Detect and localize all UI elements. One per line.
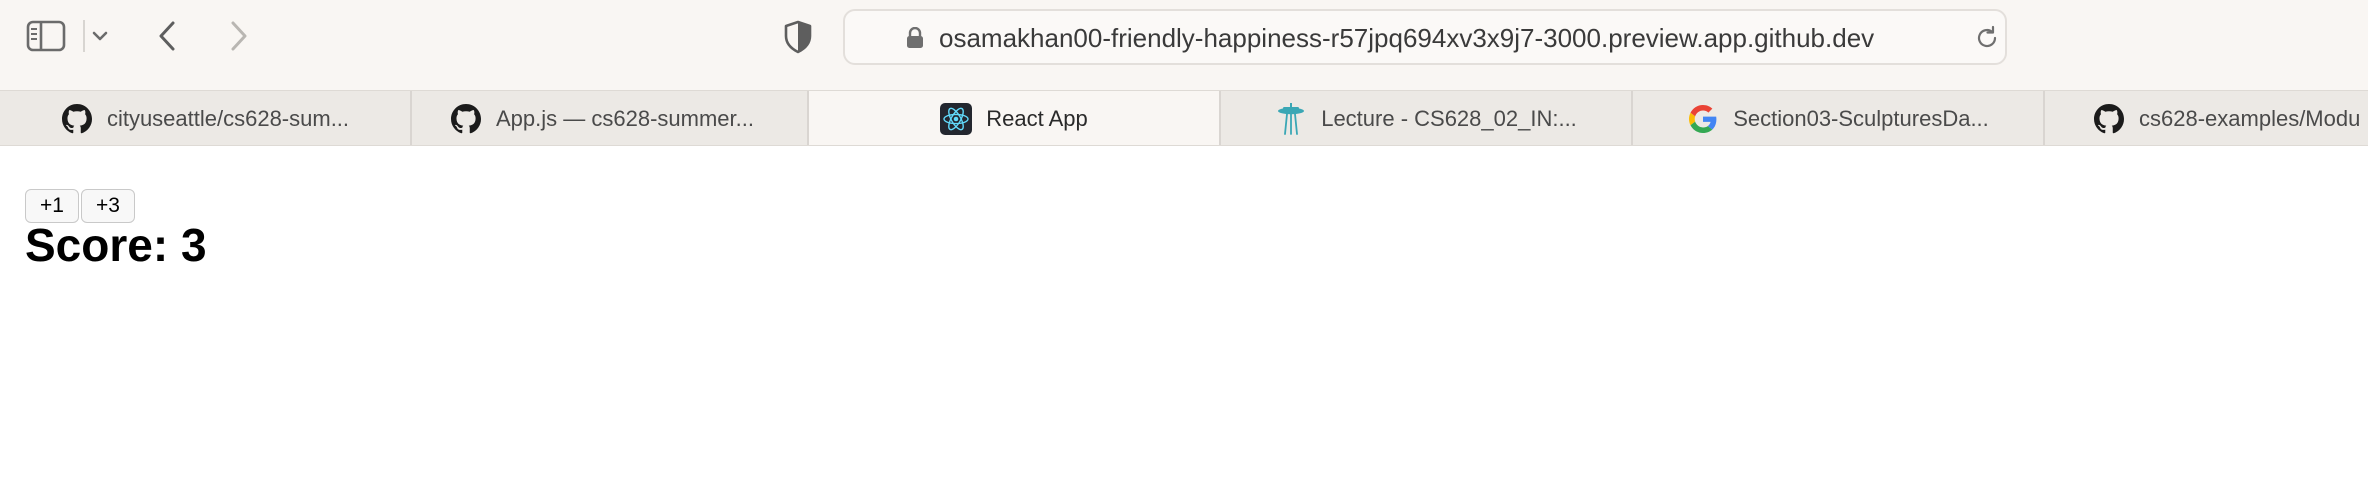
browser-window: osamakhan00-friendly-happiness-r57jpq694… (0, 0, 2368, 488)
back-button[interactable] (152, 17, 182, 55)
tab-label: App.js — cs628-summer... (496, 106, 754, 131)
space-needle-icon (1275, 103, 1307, 135)
url-text: osamakhan00-friendly-happiness-r57jpq694… (939, 23, 1875, 53)
react-icon (940, 103, 973, 135)
address-bar[interactable]: osamakhan00-friendly-happiness-r57jpq694… (843, 9, 2007, 65)
tab-label: cityuseattle/cs628-sum... (106, 106, 350, 131)
tab-react-app[interactable]: React App (809, 91, 1221, 145)
tab-cs628-examples[interactable]: cs628-examples/Modu (2045, 91, 2368, 145)
tab-group-menu-button[interactable] (88, 22, 112, 50)
sidebar-toggle-button[interactable] (24, 18, 68, 54)
tab-section03[interactable]: Section03-SculpturesDa... (1633, 91, 2045, 145)
reload-icon[interactable] (1973, 24, 2001, 52)
google-icon (1687, 103, 1719, 135)
toolbar-divider (83, 20, 85, 52)
shield-icon (784, 20, 812, 54)
forward-button[interactable] (224, 17, 254, 55)
chevron-right-icon (231, 21, 247, 51)
page-content: +1 +3 Score: 3 (0, 146, 2368, 488)
tab-label: Lecture - CS628_02_IN:... (1321, 106, 1577, 131)
chevron-down-icon (92, 31, 108, 41)
lock-icon (907, 27, 923, 48)
score-heading: Score: 3 (25, 219, 207, 271)
browser-toolbar: osamakhan00-friendly-happiness-r57jpq694… (0, 0, 2368, 90)
tab-cityuseattle[interactable]: cityuseattle/cs628-sum... (0, 91, 412, 145)
github-icon (2093, 103, 2125, 135)
tab-lecture[interactable]: Lecture - CS628_02_IN:... (1221, 91, 1633, 145)
tab-app-js[interactable]: App.js — cs628-summer... (397, 91, 809, 145)
github-icon (61, 103, 93, 135)
privacy-report-button[interactable] (780, 18, 816, 56)
tab-label: Section03-SculpturesDa... (1733, 106, 1989, 131)
tab-bar: cityuseattle/cs628-sum... App.js — cs628… (0, 90, 2368, 146)
github-icon (450, 103, 482, 135)
tab-label: React App (986, 106, 1088, 131)
tab-label: cs628-examples/Modu (2139, 106, 2361, 131)
chevron-left-icon (159, 21, 175, 51)
sidebar-icon (26, 20, 66, 52)
